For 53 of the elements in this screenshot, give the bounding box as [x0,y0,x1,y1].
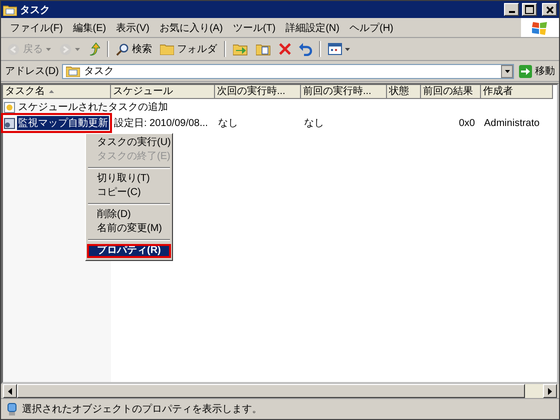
window-title: タスク [20,4,50,16]
context-menu-item[interactable]: 削除(D) [87,208,171,222]
task-name[interactable]: スケジュールされたタスクの追加 [17,100,169,114]
windows-logo-icon [521,18,559,37]
toolbar-button[interactable]: フォルダ [157,40,220,58]
table-cell: なし [218,118,238,129]
menu-item[interactable]: 詳細設定(N) [280,20,344,34]
menu-item[interactable]: ヘルプ(H) [344,20,398,34]
table-cell: なし [304,118,324,129]
menu-item[interactable]: お気に入り(A) [154,20,228,34]
computer-icon [7,402,17,416]
context-menu-item[interactable]: タスクの実行(U) [87,136,171,150]
close-icon [546,6,554,14]
address-label: アドレス(D) [5,65,59,78]
menu-item[interactable]: 編集(E) [68,20,112,34]
go-button[interactable]: 移動 [517,64,557,78]
status-text: 選択されたオブジェクトのプロパティを表示します。 [22,402,262,416]
table-cell: 0x0 [458,118,475,128]
caret-icon [46,48,51,50]
table-cell: Administrato [484,118,540,128]
scroll-left-icon[interactable] [3,384,17,398]
close-button[interactable] [542,3,557,16]
context-menu-item[interactable]: 名前の変更(M) [87,222,171,236]
task-name[interactable]: 監視マップ自動更新 [17,116,109,130]
folder-icon [160,43,174,55]
menu-item[interactable]: ファイル(F) [5,20,68,34]
maximize-button[interactable] [522,3,537,16]
minimize-button[interactable] [504,3,519,16]
minimize-icon [508,11,514,13]
column-header[interactable]: 前回の実行時... [301,85,387,99]
column-header[interactable]: スケジュール [111,85,215,99]
views-icon[interactable] [325,41,353,57]
folder-icon [3,4,17,16]
context-menu-item[interactable]: 切り取り(T) [87,172,171,186]
toolbar-button[interactable]: 検索 [113,40,155,58]
search-icon [116,42,129,56]
folder-icon [66,65,80,77]
menu-item[interactable]: ツール(T) [228,20,281,34]
delete-icon[interactable] [276,41,294,57]
column-header[interactable]: 作成者 [481,85,553,99]
column-header[interactable]: 状態 [387,85,421,99]
maximize-icon [525,5,534,14]
column-header[interactable]: 次回の実行時... [215,85,301,99]
arrow-icon [519,64,532,78]
sort-arrow-icon [49,90,54,93]
menu-item[interactable]: 表示(V) [111,20,154,34]
address-field[interactable]: タスク [62,64,514,78]
column-header[interactable]: タスク名 [3,85,111,99]
context-menu-item[interactable]: コピー(C) [87,186,171,200]
scroll-right-icon[interactable] [543,384,557,398]
task-icon [4,118,15,128]
table-cell: 設定日: 2010/09/08... [114,118,208,129]
column-header[interactable]: 前回の結果 [421,85,481,99]
